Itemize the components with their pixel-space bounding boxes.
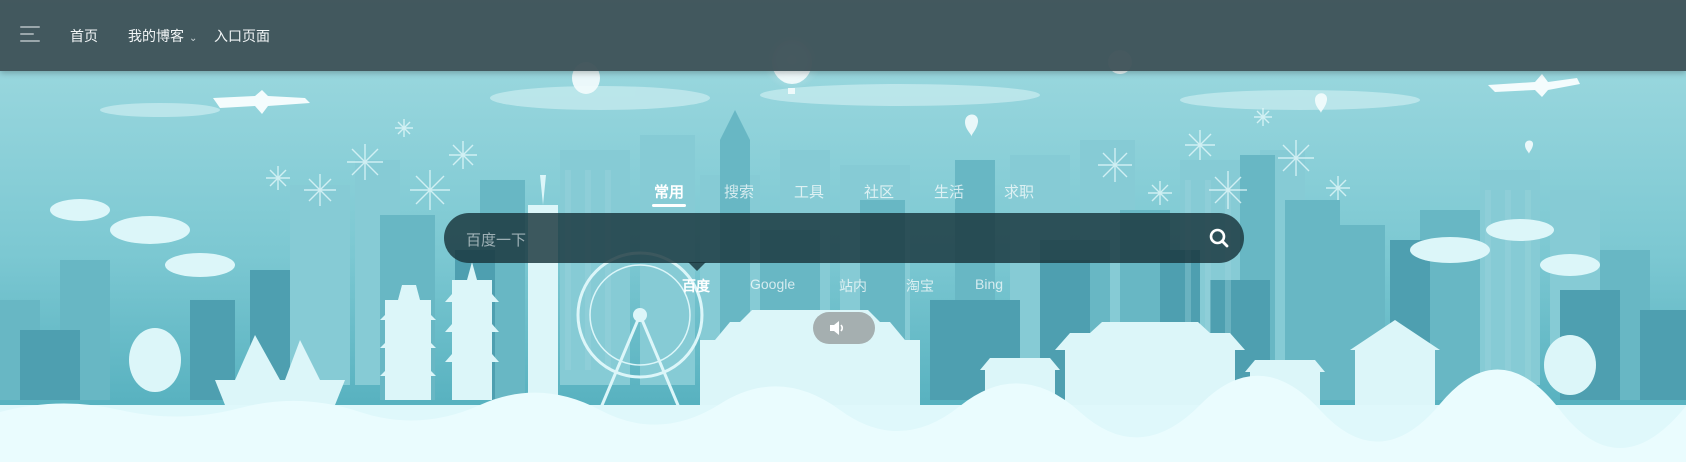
tab-community[interactable]: 社区 <box>864 181 894 202</box>
engine-google[interactable]: Google <box>750 276 795 292</box>
sound-toggle[interactable] <box>813 312 875 344</box>
search-button[interactable] <box>1208 227 1230 249</box>
engine-site[interactable]: 站内 <box>839 276 867 296</box>
chevron-down-icon: ⌄ <box>189 33 198 44</box>
search-input[interactable] <box>464 222 1188 258</box>
speaker-icon <box>830 321 844 335</box>
hamburger-menu-icon[interactable] <box>20 24 44 44</box>
tab-common[interactable]: 常用 <box>654 181 684 202</box>
search-icon <box>1209 228 1229 248</box>
engine-baidu[interactable]: 百度 <box>682 276 710 296</box>
engine-pointer <box>688 262 706 271</box>
tab-search[interactable]: 搜索 <box>724 181 754 202</box>
top-nav-bar: 首页 我的博客 ⌄ 入口页面 <box>0 0 1686 71</box>
search-category-tabs: 常用 搜索 工具 社区 生活 求职 <box>0 181 1686 205</box>
tab-tools[interactable]: 工具 <box>794 181 824 202</box>
tab-life[interactable]: 生活 <box>934 181 964 202</box>
nav-item-my-blog-label: 我的博客 <box>128 28 184 44</box>
nav-item-home[interactable]: 首页 <box>70 26 98 46</box>
nav-item-entry-page[interactable]: 入口页面 <box>214 26 270 46</box>
engine-taobao[interactable]: 淘宝 <box>906 276 934 296</box>
engine-bing[interactable]: Bing <box>975 276 1003 292</box>
active-tab-indicator <box>652 204 686 207</box>
nav-item-my-blog[interactable]: 我的博客 ⌄ <box>128 26 197 46</box>
tab-jobs[interactable]: 求职 <box>1004 181 1034 202</box>
